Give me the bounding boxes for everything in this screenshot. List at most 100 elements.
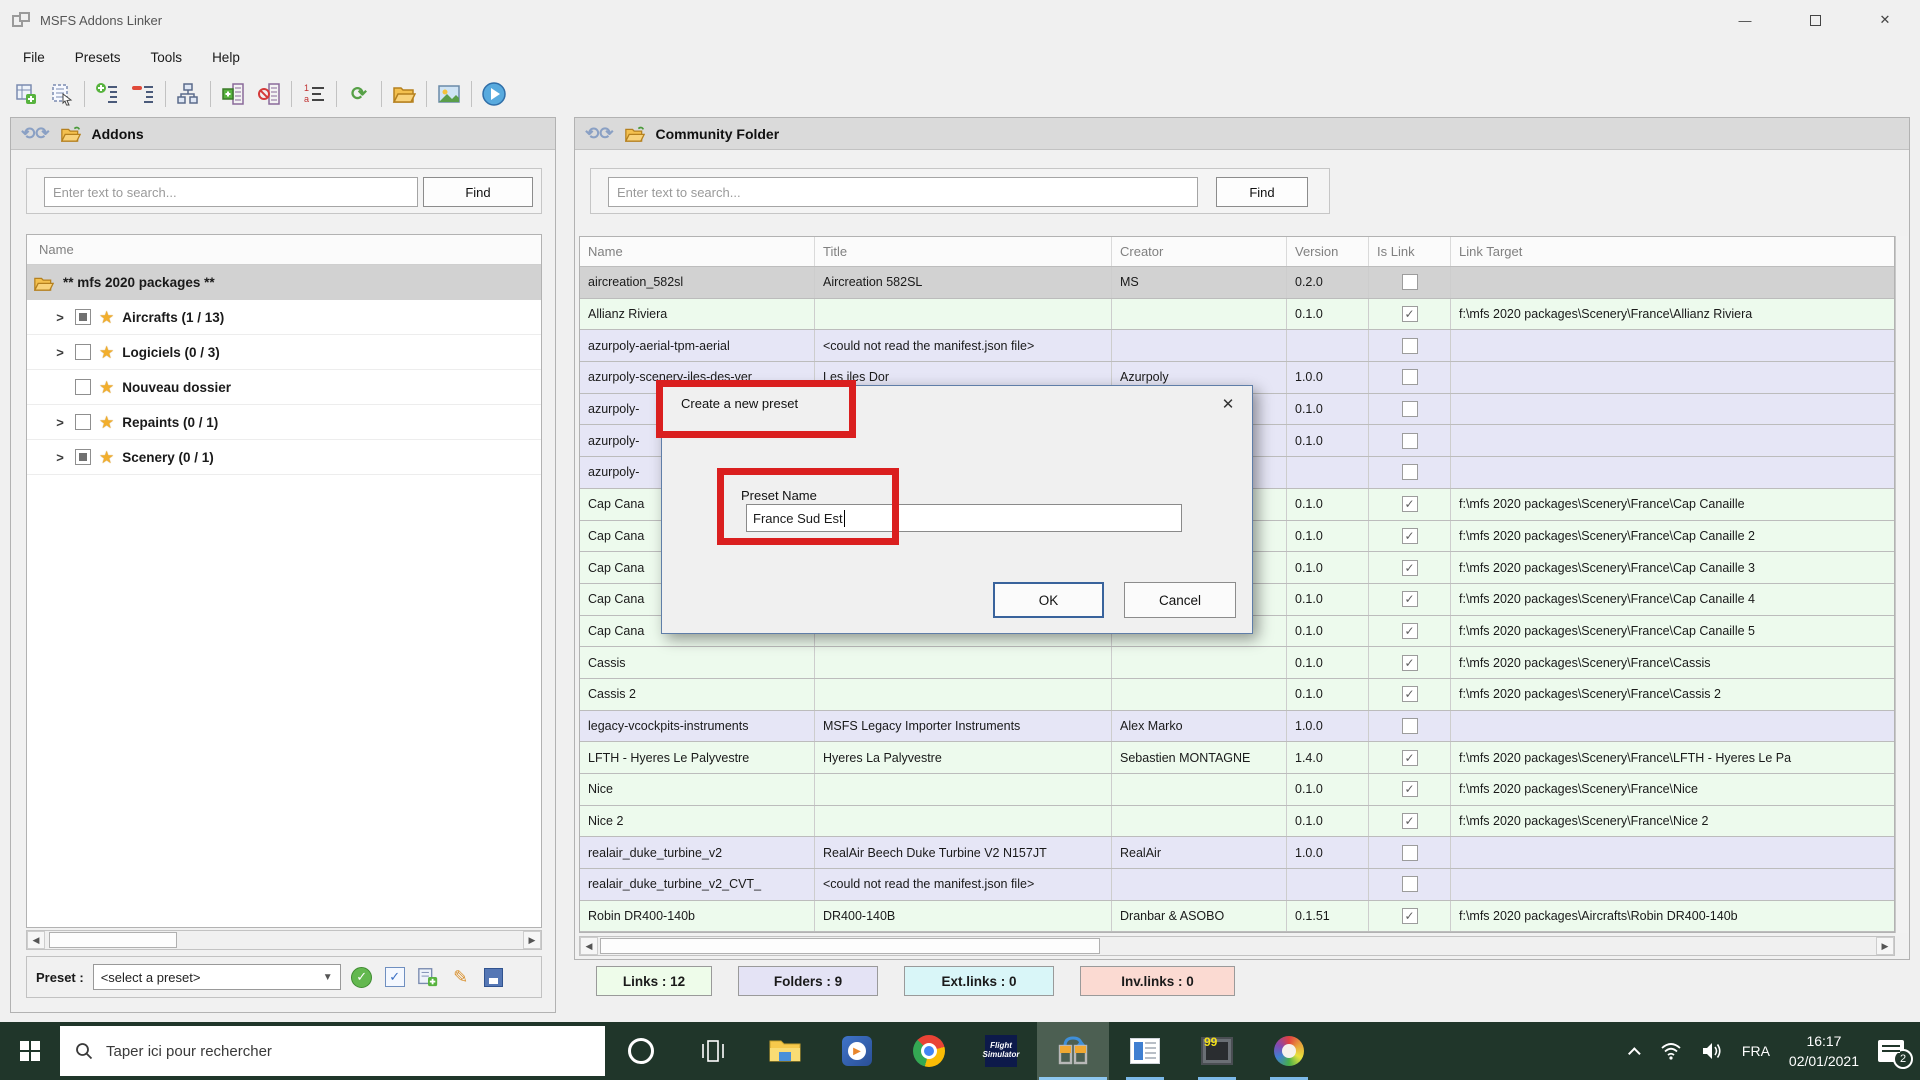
community-find-button[interactable]: Find xyxy=(1216,177,1308,207)
islink-checkbox[interactable]: ✓ xyxy=(1401,908,1418,925)
start-button[interactable] xyxy=(0,1022,60,1080)
run-msfs-icon[interactable] xyxy=(476,78,512,110)
remove-links-icon[interactable] xyxy=(125,78,161,110)
islink-checkbox[interactable]: ✓ xyxy=(1401,591,1418,608)
islink-checkbox[interactable] xyxy=(1401,401,1418,418)
tree-checkbox[interactable] xyxy=(75,379,91,395)
table-row[interactable]: realair_duke_turbine_v2_CVT_ <could not … xyxy=(580,869,1894,901)
wifi-icon[interactable] xyxy=(1660,1042,1682,1060)
tree-checkbox[interactable] xyxy=(75,449,91,465)
maximize-button[interactable] xyxy=(1780,0,1850,40)
scroll-right-icon[interactable]: ▶ xyxy=(523,931,541,949)
table-row[interactable]: legacy-vcockpits-instruments MSFS Legacy… xyxy=(580,710,1894,743)
community-search-input[interactable] xyxy=(608,177,1198,207)
expand-chevron-icon[interactable]: > xyxy=(53,310,67,325)
community-horizontal-scrollbar[interactable]: ◀ ▶ xyxy=(579,936,1895,956)
file-explorer-button[interactable] xyxy=(749,1022,821,1080)
minimize-button[interactable]: — xyxy=(1710,0,1780,40)
table-row[interactable]: Cassis 2 0.1.0 ✓ f:\mfs 2020 packages\Sc… xyxy=(580,678,1894,711)
column-header-islink[interactable]: Is Link xyxy=(1369,237,1451,266)
cortana-button[interactable] xyxy=(605,1022,677,1080)
table-row[interactable]: Robin DR400-140b DR400-140B Dranbar & AS… xyxy=(580,900,1894,932)
scroll-thumb[interactable] xyxy=(49,932,177,948)
save-preset-button[interactable] xyxy=(482,965,506,989)
chrome-button[interactable] xyxy=(893,1022,965,1080)
islink-checkbox[interactable]: ✓ xyxy=(1401,527,1418,544)
islink-checkbox[interactable]: ✓ xyxy=(1401,686,1418,703)
tree-column-header[interactable]: Name xyxy=(27,235,541,265)
flight-simulator-button[interactable]: Flight Simulator xyxy=(965,1022,1037,1080)
table-row[interactable]: LFTH - Hyeres Le Palyvestre Hyeres La Pa… xyxy=(580,742,1894,774)
close-button[interactable]: ✕ xyxy=(1850,0,1920,40)
table-row[interactable]: Nice 0.1.0 ✓ f:\mfs 2020 packages\Scener… xyxy=(580,774,1894,806)
islink-checkbox[interactable]: ✓ xyxy=(1401,306,1418,323)
islink-checkbox[interactable] xyxy=(1401,464,1418,481)
table-row[interactable]: Allianz Riviera 0.1.0 ✓ f:\mfs 2020 pack… xyxy=(580,298,1894,331)
table-row[interactable]: Cassis 0.1.0 ✓ f:\mfs 2020 packages\Scen… xyxy=(580,647,1894,679)
islink-checkbox[interactable] xyxy=(1401,876,1418,893)
islink-checkbox[interactable] xyxy=(1401,369,1418,386)
new-addon-icon[interactable] xyxy=(8,78,44,110)
menu-help[interactable]: Help xyxy=(197,43,255,72)
table-row[interactable]: azurpoly-aerial-tpm-aerial <could not re… xyxy=(580,330,1894,363)
table-row[interactable]: aircreation_582sl Aircreation 582SL MS 0… xyxy=(580,267,1894,299)
refresh-addons-icon[interactable]: ⟲⟳ xyxy=(21,125,50,142)
refresh-community-icon[interactable]: ⟲⟳ xyxy=(585,125,614,142)
tree-checkbox[interactable] xyxy=(75,414,91,430)
islink-checkbox[interactable] xyxy=(1401,844,1418,861)
islink-checkbox[interactable]: ✓ xyxy=(1401,749,1418,766)
table-row[interactable]: realair_duke_turbine_v2 RealAir Beech Du… xyxy=(580,837,1894,870)
addons-search-input[interactable] xyxy=(44,177,418,207)
unlink-all-icon[interactable] xyxy=(251,78,287,110)
link-all-icon[interactable] xyxy=(215,78,251,110)
preset-select[interactable]: <select a preset> ▼ xyxy=(92,964,341,990)
menu-tools[interactable]: Tools xyxy=(136,43,198,72)
media-player-button[interactable]: ▶ xyxy=(821,1022,893,1080)
addons-horizontal-scrollbar[interactable]: ◀ ▶ xyxy=(26,930,542,950)
select-addons-icon[interactable] xyxy=(44,78,80,110)
app-window-button[interactable] xyxy=(1109,1022,1181,1080)
addons-find-button[interactable]: Find xyxy=(423,177,533,207)
volume-icon[interactable] xyxy=(1701,1042,1723,1060)
notification-center-icon[interactable]: 2 xyxy=(1878,1040,1913,1069)
tree-item[interactable]: > ★ Scenery (0 / 1) xyxy=(27,440,541,475)
tree-root-item[interactable]: ** mfs 2020 packages ** xyxy=(27,265,541,300)
add-links-icon[interactable] xyxy=(89,78,125,110)
column-header-name[interactable]: Name xyxy=(580,237,815,266)
taskbar-search[interactable]: Taper ici pour rechercher xyxy=(60,1026,605,1076)
islink-checkbox[interactable] xyxy=(1401,274,1418,291)
expand-chevron-icon[interactable]: > xyxy=(53,415,67,430)
tree-item[interactable]: > ★ Aircrafts (1 / 13) xyxy=(27,300,541,335)
cancel-button[interactable]: Cancel xyxy=(1124,582,1236,618)
community-vertical-scrollbar[interactable] xyxy=(1895,236,1908,933)
tray-chevron-up-icon[interactable] xyxy=(1627,1046,1641,1060)
clock[interactable]: 16:17 02/01/2021 xyxy=(1789,1031,1859,1072)
islink-checkbox[interactable]: ✓ xyxy=(1401,559,1418,576)
islink-checkbox[interactable] xyxy=(1401,717,1418,734)
scroll-left-icon[interactable]: ◀ xyxy=(27,931,45,949)
table-row[interactable]: Nice 2 0.1.0 ✓ f:\mfs 2020 packages\Scen… xyxy=(580,805,1894,838)
task-view-button[interactable] xyxy=(677,1022,749,1080)
tree-item[interactable]: > ★ Logiciels (0 / 3) xyxy=(27,335,541,370)
islink-checkbox[interactable] xyxy=(1401,337,1418,354)
language-indicator[interactable]: FRA xyxy=(1742,1043,1770,1059)
addons-linker-taskbar-button[interactable] xyxy=(1037,1022,1109,1080)
menu-presets[interactable]: Presets xyxy=(60,43,136,72)
expand-chevron-icon[interactable]: > xyxy=(53,450,67,465)
edit-preset-button[interactable]: ✎ xyxy=(449,965,473,989)
open-folder-icon[interactable] xyxy=(386,78,422,110)
scroll-right-icon[interactable]: ▶ xyxy=(1876,937,1894,955)
column-header-version[interactable]: Version xyxy=(1287,237,1369,266)
islink-checkbox[interactable] xyxy=(1401,432,1418,449)
tree-checkbox[interactable] xyxy=(75,309,91,325)
paint-button[interactable] xyxy=(1253,1022,1325,1080)
tree-view-icon[interactable] xyxy=(170,78,206,110)
add-preset-button[interactable] xyxy=(416,965,440,989)
islink-checkbox[interactable]: ✓ xyxy=(1401,813,1418,830)
islink-checkbox[interactable]: ✓ xyxy=(1401,622,1418,639)
sort-az-icon[interactable]: 1a xyxy=(296,78,332,110)
scroll-thumb[interactable] xyxy=(600,938,1100,954)
fs-traffic-monitor-button[interactable]: 99 xyxy=(1181,1022,1253,1080)
tree-checkbox[interactable] xyxy=(75,344,91,360)
refresh-icon[interactable]: ⟳ xyxy=(341,78,377,110)
